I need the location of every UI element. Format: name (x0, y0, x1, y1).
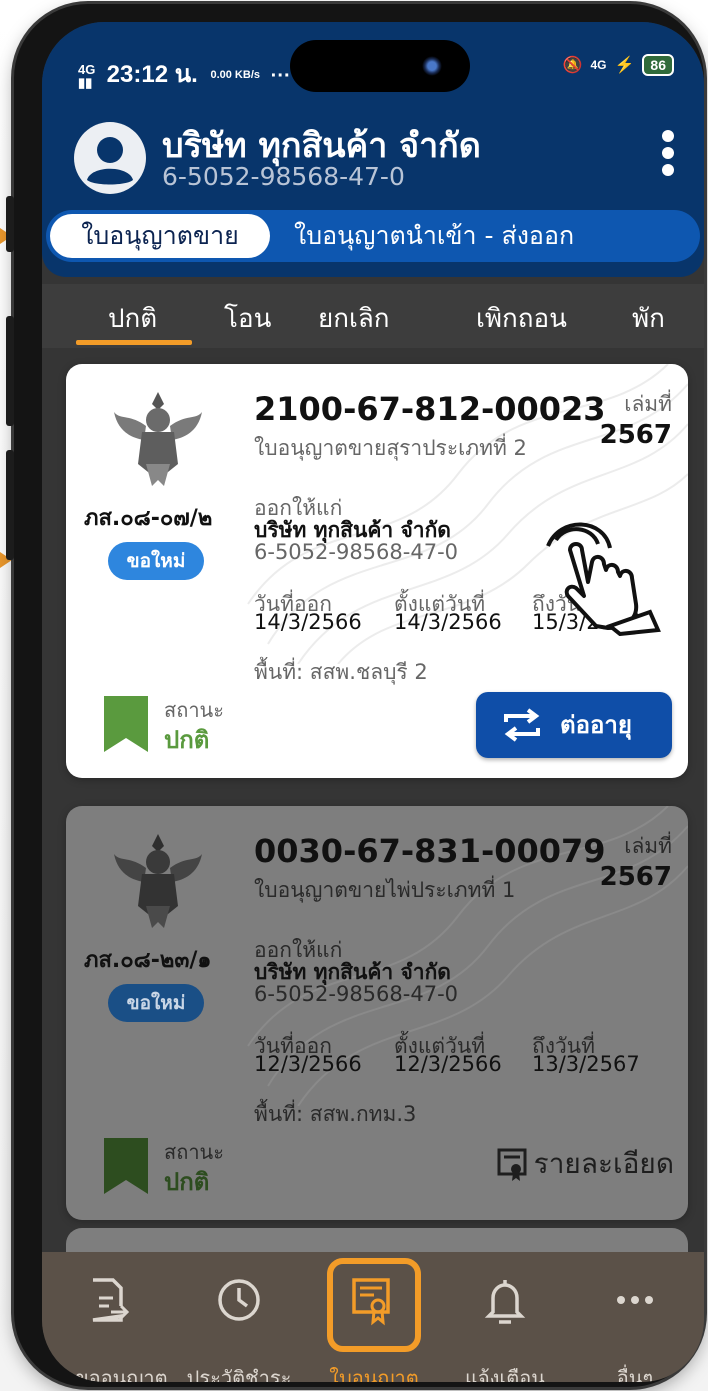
action-button (6, 196, 14, 252)
volume-up-button (6, 316, 14, 426)
toggle-import-export-license[interactable]: ใบอนุญาตนำเข้า - ส่งออก (294, 210, 574, 262)
license-number: 2100-67-812-00023 (254, 390, 606, 428)
network-type: 4G (590, 58, 607, 72)
request-type-badge: ขอใหม่ (108, 984, 204, 1022)
dynamic-island (290, 40, 470, 92)
nav-notifications-label: แจ้งเตือน (465, 1366, 545, 1382)
nav-licenses-label: ใบอนุญาต (329, 1366, 419, 1382)
volume-label: เล่มที่ (624, 392, 672, 416)
mute-icon: 🔕 (562, 57, 583, 74)
app-header: 4G ▮▮ 23:12 น. 0.00 KB/s ··· 🔕 4G ⚡ 86 บ… (42, 22, 704, 277)
license-card[interactable]: ภส.๐๘-๒๓/๑ ขอใหม่ 0030-67-831-00079 ใบอน… (66, 806, 688, 1220)
volume-value: 2567 (599, 420, 672, 450)
nav-requests[interactable]: คำขออนุญาต (44, 1276, 174, 1382)
avatar[interactable] (74, 122, 146, 194)
signal-icon: 4G ▮▮ (78, 61, 96, 90)
license-type: ใบอนุญาตขายสุราประเภทที่ 2 (254, 436, 527, 460)
nav-more-label: อื่นๆ (616, 1366, 654, 1382)
form-number: ภส.๐๘-๒๓/๑ (84, 948, 212, 973)
status-right: 🔕 4G ⚡ 86 (563, 54, 674, 76)
app-screen: 4G ▮▮ 23:12 น. 0.00 KB/s ··· 🔕 4G ⚡ 86 บ… (42, 22, 704, 1382)
license-icon (352, 1278, 390, 1326)
tab-transfer[interactable]: โอน (224, 298, 271, 339)
nav-notifications[interactable]: แจ้งเตือน (440, 1276, 570, 1382)
charging-icon: ⚡ (614, 57, 635, 74)
garuda-emblem-icon (114, 834, 202, 928)
form-number: ภส.๐๘-๐๗/๒ (84, 506, 213, 531)
phone-frame: 4G ▮▮ 23:12 น. 0.00 KB/s ··· 🔕 4G ⚡ 86 บ… (14, 4, 704, 1387)
area-label: พื้นที่: สสพ.ชลบุรี 2 (254, 660, 428, 684)
details-label: รายละเอียด (533, 1147, 674, 1180)
battery-icon: 86 (642, 54, 674, 76)
nav-licenses-highlight[interactable] (327, 1258, 421, 1352)
user-icon (87, 137, 133, 185)
tab-normal[interactable]: ปกติ (108, 298, 157, 339)
bell-icon (484, 1280, 526, 1324)
net-speed: 0.00 KB/s (210, 69, 260, 82)
bookmark-icon (104, 696, 148, 752)
bottom-nav: คำขออนุญาต ประวัติชำระ ใบอนุญาต แจ้งเตือ… (42, 1252, 704, 1382)
clock-icon (218, 1279, 260, 1321)
kebab-menu-icon[interactable] (660, 130, 676, 181)
certificate-icon (497, 1148, 527, 1181)
issue-date: 14/3/2566 (254, 610, 362, 634)
license-type-toggle: ใบอนุญาตขาย ใบอนุญาตนำเข้า - ส่งออก (46, 210, 700, 262)
area-label: พื้นที่: สสพ.กทม.3 (254, 1102, 417, 1126)
company-id: 6-5052-98568-47-0 (162, 162, 405, 191)
nav-payment-history-label: ประวัติชำระ (186, 1366, 292, 1382)
holder-id: 6-5052-98568-47-0 (254, 540, 459, 564)
nav-more[interactable]: อื่นๆ (570, 1276, 700, 1382)
nav-payment-history[interactable]: ประวัติชำระ (174, 1276, 304, 1382)
garuda-emblem-icon (114, 392, 202, 486)
issue-date: 12/3/2566 (254, 1052, 362, 1076)
request-type-badge: ขอใหม่ (108, 542, 204, 580)
camera-icon (422, 56, 442, 76)
volume-value: 2567 (599, 862, 672, 892)
status-value: ปกติ (164, 1168, 210, 1196)
renew-arrows-icon (504, 708, 540, 742)
volume-label: เล่มที่ (624, 834, 672, 858)
renew-label: ต่ออายุ (560, 711, 632, 739)
details-button[interactable]: รายละเอียด (496, 1142, 674, 1186)
active-tab-indicator (76, 340, 192, 345)
holder-id: 6-5052-98568-47-0 (254, 982, 459, 1006)
more-dots-icon (617, 1296, 653, 1304)
license-type: ใบอนุญาตขายไพ่ประเภทที่ 1 (254, 878, 516, 902)
volume-down-button (6, 450, 14, 560)
tab-suspended[interactable]: พัก (632, 298, 665, 339)
bookmark-icon (104, 1138, 148, 1194)
status-tabs: ปกติ โอน ยกเลิก เพิกถอน พัก (42, 284, 704, 348)
tab-revoked[interactable]: เพิกถอน (476, 298, 567, 339)
more-status: ··· (270, 65, 291, 87)
from-date: 12/3/2566 (394, 1052, 502, 1076)
to-date: 13/3/2567 (532, 1052, 640, 1076)
document-arrow-icon (92, 1278, 130, 1322)
tab-cancelled[interactable]: ยกเลิก (318, 298, 390, 339)
license-number: 0030-67-831-00079 (254, 832, 606, 870)
renew-button[interactable]: ต่ออายุ (476, 692, 672, 758)
from-date: 14/3/2566 (394, 610, 502, 634)
nav-requests-label: คำขออนุญาต (50, 1366, 168, 1382)
clock-time: 23:12 น. (106, 61, 198, 88)
status-value: ปกติ (164, 726, 210, 754)
tap-hand-icon (546, 522, 661, 636)
toggle-sale-license[interactable]: ใบอนุญาตขาย (50, 214, 270, 258)
